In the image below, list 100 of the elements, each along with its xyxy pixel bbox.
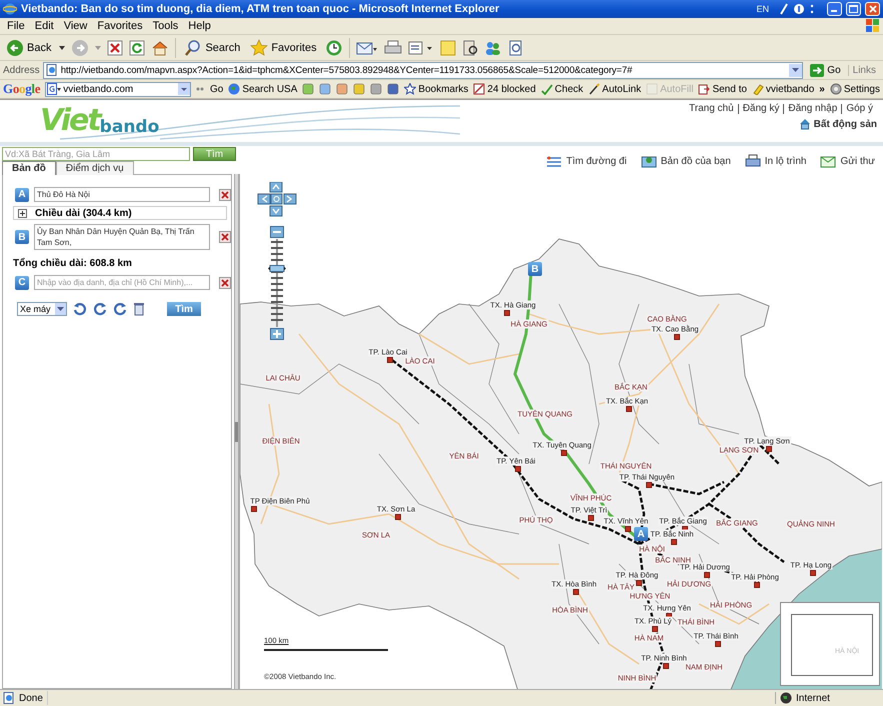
maximize-button[interactable]: [846, 2, 861, 16]
page-icon: [3, 692, 15, 704]
caret-icon: [792, 68, 800, 72]
overflow-chevron[interactable]: »: [819, 84, 825, 95]
remove-button[interactable]: [219, 231, 231, 244]
document-icon[interactable]: [408, 40, 434, 56]
links-button[interactable]: Links: [848, 64, 880, 76]
refresh-icon[interactable]: [129, 40, 146, 56]
history-icon[interactable]: [324, 38, 343, 57]
menu-item[interactable]: Help: [183, 20, 216, 32]
tab[interactable]: Bản đồ: [2, 161, 56, 176]
minimize-button[interactable]: [827, 2, 842, 16]
caret-icon[interactable]: [178, 83, 190, 96]
menu-item[interactable]: File: [2, 20, 30, 32]
nav-link[interactable]: Trang chủ: [685, 104, 738, 114]
segment-length: Chiều dài (304.4 km): [35, 208, 132, 219]
send-icon: [698, 83, 710, 96]
back-button[interactable]: Back: [4, 36, 54, 59]
dropdown-button[interactable]: [789, 64, 802, 77]
pan-control[interactable]: [256, 182, 298, 218]
window-title: Vietbando: Ban do so tim duong, dia diem, ATM tren toan quoc - Microsoft Internet Explorer: [21, 2, 500, 15]
menu-item[interactable]: Tools: [148, 20, 184, 32]
redo-icon[interactable]: [113, 302, 127, 316]
blocker-icon: [473, 83, 486, 96]
nav-link[interactable]: Đăng nhập: [783, 104, 842, 114]
trash-icon[interactable]: [133, 302, 145, 316]
waypoint-marker: B: [15, 230, 29, 244]
people-icon[interactable]: [484, 40, 502, 56]
reverse-icon[interactable]: [73, 302, 87, 316]
gear-icon: [830, 83, 842, 96]
help-icon[interactable]: [793, 2, 805, 15]
status-text: Done: [19, 692, 43, 704]
favorites-button[interactable]: Favorites: [248, 36, 319, 59]
my-map-link[interactable]: Bản đồ của bạn: [640, 154, 731, 168]
print-route-link[interactable]: In lộ trình: [744, 154, 806, 168]
search-icon: [184, 38, 202, 57]
pen-icon[interactable]: [779, 2, 789, 15]
house-icon: [798, 118, 811, 130]
search-usa-button[interactable]: Search USA: [228, 83, 298, 96]
real-estate-link[interactable]: Bất động sản: [798, 118, 877, 130]
remove-button[interactable]: [219, 276, 231, 289]
tab[interactable]: Điểm dịch vụ: [56, 161, 134, 176]
google-search-field[interactable]: vvietbando.com: [45, 82, 192, 97]
page-icon: [46, 64, 58, 76]
go-button[interactable]: Go: [806, 64, 845, 77]
mail-icon: [820, 154, 836, 168]
printer-icon[interactable]: [384, 40, 402, 56]
menu-item[interactable]: Edit: [30, 20, 59, 32]
search-button[interactable]: Search: [182, 36, 242, 59]
dots-icon[interactable]: [809, 2, 815, 15]
printer-icon: [744, 154, 761, 168]
zoom-in-button[interactable]: [270, 328, 284, 340]
waypoint-marker: C: [15, 276, 29, 290]
zoom-out-button[interactable]: [270, 226, 284, 238]
windows-logo-icon: [865, 18, 881, 34]
vehicle-select[interactable]: Xe máy: [17, 302, 67, 316]
maximize-icon: [849, 4, 858, 13]
mail-icon[interactable]: [356, 40, 378, 56]
route-icon: [546, 154, 562, 168]
total-length: Tổng chiều dài: 608.8 km: [13, 258, 133, 270]
search-field[interactable]: Vd:Xã Bát Tràng, Gia Lâm: [2, 147, 190, 162]
home-icon[interactable]: [151, 40, 170, 56]
refresh-icon[interactable]: [93, 302, 107, 316]
spellcheck-button[interactable]: Check: [540, 83, 584, 96]
magnifier-page-icon[interactable]: [508, 40, 524, 56]
nav-link[interactable]: Đăng ký: [738, 104, 784, 114]
send-to-button[interactable]: Send to: [698, 83, 747, 96]
google-g-icon: [47, 83, 62, 96]
map-marker: B: [528, 262, 542, 276]
map-marker: A: [634, 527, 648, 542]
menu-item[interactable]: View: [58, 20, 92, 32]
close-button[interactable]: [865, 2, 880, 16]
highlighter-icon: [752, 83, 764, 96]
caret-icon[interactable]: [59, 46, 66, 50]
stop-icon[interactable]: [107, 40, 124, 56]
research-icon[interactable]: [462, 40, 478, 56]
location-field[interactable]: Thủ Đô Hà Nội: [34, 187, 210, 202]
menu-item[interactable]: Favorites: [92, 20, 148, 32]
popup-blocker-button[interactable]: 24 blocked: [473, 83, 536, 96]
autolink-button[interactable]: AutoLink: [588, 83, 642, 96]
highlight-button[interactable]: vvietbando: [752, 83, 814, 96]
remove-button[interactable]: [219, 188, 231, 201]
zoom-slider-thumb[interactable]: [268, 264, 286, 272]
send-mail-link[interactable]: Gửi thư: [820, 154, 875, 168]
location-field[interactable]: Ủy Ban Nhân Dân Huyện Quản Bạ, Thị Trấn Tam Sơn,: [34, 224, 210, 250]
vietbando-logo[interactable]: Vietbando: [40, 100, 160, 136]
splitter-handle[interactable]: [235, 422, 238, 442]
nav-link[interactable]: Góp ý: [841, 104, 877, 114]
language-indicator[interactable]: EN: [756, 4, 769, 14]
spellcheck-icon: [540, 83, 553, 96]
star-icon: [250, 38, 268, 57]
globe-icon: [228, 83, 240, 96]
expand-toggle[interactable]: [18, 208, 27, 218]
bookmarks-button[interactable]: Bookmarks: [404, 83, 468, 96]
go-button[interactable]: Go: [196, 83, 224, 96]
directions-link[interactable]: Tìm đường đi: [546, 154, 627, 168]
address-field[interactable]: http://vietbando.com/mapvn.aspx?Action=1&id=tphcm&XCenter=575803.892948&YCenter=1191733.056865&Scale=512000&category=7#: [42, 62, 804, 79]
settings-button[interactable]: Settings: [830, 83, 880, 96]
security-zone: Internet: [796, 692, 830, 704]
province-border-line: [688, 364, 740, 434]
